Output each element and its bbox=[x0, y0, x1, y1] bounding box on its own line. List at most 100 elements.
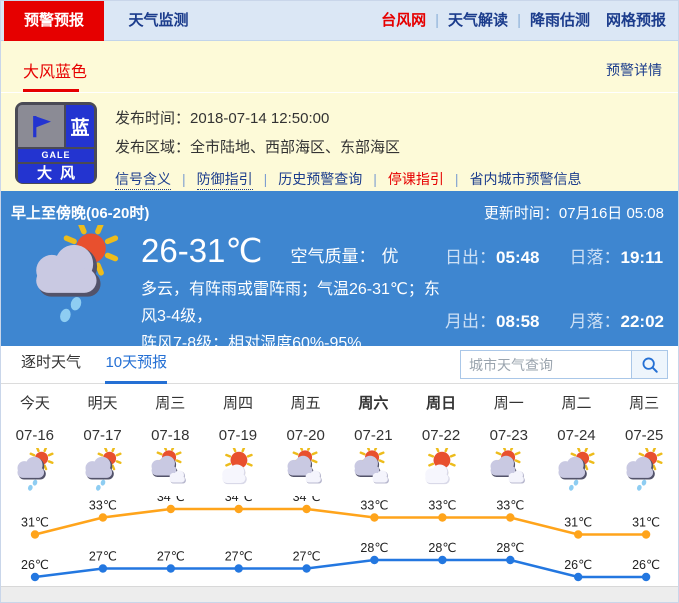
top-nav-link[interactable]: 天气解读 bbox=[448, 12, 508, 29]
publish-time-row: 发布时间：2018-07-14 12:50:00 bbox=[115, 104, 582, 133]
city-search-input[interactable] bbox=[460, 350, 632, 379]
warning-link[interactable]: 防御指引 bbox=[197, 171, 253, 190]
day-date[interactable]: 07-16 bbox=[1, 427, 69, 444]
svg-text:27℃: 27℃ bbox=[157, 550, 185, 564]
day-name[interactable]: 明天 bbox=[69, 392, 137, 413]
search-button[interactable] bbox=[632, 350, 668, 379]
publish-time-label: 发布时间： bbox=[115, 110, 190, 127]
day-date[interactable]: 07-20 bbox=[272, 427, 340, 444]
day-date[interactable]: 07-18 bbox=[136, 427, 204, 444]
day-name[interactable]: 周六 bbox=[340, 392, 408, 413]
day-name[interactable]: 今天 bbox=[1, 392, 69, 413]
shower-icon bbox=[610, 448, 678, 497]
nav-separator: | bbox=[517, 12, 521, 29]
day-date[interactable]: 07-17 bbox=[69, 427, 137, 444]
forecast-section: 逐时天气 10天预报 今天明天周三周四周五周六周日周一周二周三 07-1607-… bbox=[1, 346, 678, 586]
svg-text:26℃: 26℃ bbox=[564, 558, 592, 572]
svg-text:27℃: 27℃ bbox=[225, 550, 253, 564]
svg-text:26℃: 26℃ bbox=[632, 558, 660, 572]
day-name[interactable]: 周一 bbox=[475, 392, 543, 413]
warning-detail-link[interactable]: 预警详情 bbox=[606, 60, 662, 80]
publish-area-value: 全市陆地、西部海区、东部海区 bbox=[190, 139, 400, 156]
top-nav-links: 台风网|天气解读|降雨估测网格预报 bbox=[381, 1, 666, 41]
warning-text-block: 发布时间：2018-07-14 12:50:00 发布区域：全市陆地、西部海区、… bbox=[115, 102, 582, 189]
day-date[interactable]: 07-22 bbox=[407, 427, 475, 444]
forecast-tab-bar: 逐时天气 10天预报 bbox=[1, 346, 678, 384]
svg-text:31℃: 31℃ bbox=[564, 516, 592, 530]
air-quality: 空气质量：优 bbox=[290, 242, 398, 267]
svg-text:28℃: 28℃ bbox=[428, 541, 456, 555]
day-date[interactable]: 07-21 bbox=[340, 427, 408, 444]
top-nav-link[interactable]: 网格预报 bbox=[606, 12, 666, 29]
tab-warning-forecast[interactable]: 预警预报 bbox=[4, 1, 104, 41]
search-icon bbox=[641, 356, 659, 374]
warning-link[interactable]: 信号含义 bbox=[115, 171, 171, 190]
svg-text:28℃: 28℃ bbox=[360, 541, 388, 555]
tab-weather-monitor[interactable]: 天气监测 bbox=[108, 1, 208, 41]
bottom-strip bbox=[1, 586, 678, 603]
gale-warning-badge: 蓝 GALE 大风 bbox=[15, 102, 97, 184]
badge-type-label: 大风 bbox=[18, 164, 94, 183]
svg-text:34℃: 34℃ bbox=[293, 496, 321, 504]
top-nav-link[interactable]: 降雨估测 bbox=[530, 12, 590, 29]
day-date[interactable]: 07-19 bbox=[204, 427, 272, 444]
top-nav-link[interactable]: 台风网 bbox=[381, 12, 426, 29]
temperature-chart: 31℃33℃34℃34℃34℃33℃33℃33℃31℃31℃26℃27℃27℃2… bbox=[1, 496, 678, 586]
dates-row: 07-1607-1707-1807-1907-2007-2107-2207-23… bbox=[1, 421, 678, 449]
publish-time-value: 2018-07-14 12:50:00 bbox=[190, 110, 329, 127]
sun-moon-item: 日出：05:48 bbox=[445, 243, 539, 293]
svg-text:33℃: 33℃ bbox=[89, 499, 117, 513]
day-name[interactable]: 周四 bbox=[204, 392, 272, 413]
day-name[interactable]: 周日 bbox=[407, 392, 475, 413]
warning-links: 信号含义|防御指引|历史预警查询|停课指引|省内城市预警信息 bbox=[115, 169, 582, 189]
day-name[interactable]: 周二 bbox=[543, 392, 611, 413]
svg-text:26℃: 26℃ bbox=[21, 558, 49, 572]
badge-gale-label: GALE bbox=[18, 149, 94, 162]
tab-10day-forecast[interactable]: 10天预报 bbox=[105, 346, 167, 384]
cloudy-icon bbox=[475, 448, 543, 497]
link-separator: | bbox=[373, 171, 377, 187]
link-separator: | bbox=[182, 171, 186, 187]
svg-text:31℃: 31℃ bbox=[21, 516, 49, 530]
link-separator: | bbox=[264, 171, 268, 187]
warning-tab-bar: 大风蓝色 预警详情 bbox=[1, 41, 678, 93]
warning-type-tab[interactable]: 大风蓝色 bbox=[23, 58, 87, 82]
day-name[interactable]: 周三 bbox=[136, 392, 204, 413]
tab-hourly-weather[interactable]: 逐时天气 bbox=[21, 346, 81, 384]
svg-text:34℃: 34℃ bbox=[225, 496, 253, 504]
warning-body: 蓝 GALE 大风 发布时间：2018-07-14 12:50:00 发布区域：… bbox=[1, 93, 678, 189]
warning-link[interactable]: 历史预警查询 bbox=[278, 171, 362, 187]
mostly-sunny-icon bbox=[407, 448, 475, 497]
day-date[interactable]: 07-23 bbox=[475, 427, 543, 444]
day-name[interactable]: 周五 bbox=[272, 392, 340, 413]
warning-tab-underline bbox=[23, 89, 79, 92]
svg-text:33℃: 33℃ bbox=[360, 499, 388, 513]
current-summary: 26-31℃ 空气质量：优 多云，有阵雨或雷阵雨；气温26-31℃；东风3-4级… bbox=[141, 223, 445, 358]
warning-link[interactable]: 省内城市预警信息 bbox=[470, 171, 582, 187]
svg-text:33℃: 33℃ bbox=[496, 499, 524, 513]
cloudy-icon bbox=[272, 448, 340, 497]
top-nav-bar: 预警预报 天气监测 台风网|天气解读|降雨估测网格预报 bbox=[1, 1, 678, 41]
shower-icon bbox=[69, 448, 137, 497]
publish-area-label: 发布区域： bbox=[115, 139, 190, 156]
badge-color-label: 蓝 bbox=[66, 105, 94, 147]
update-time: 更新时间：07月16日 05:08 bbox=[484, 202, 664, 223]
svg-text:34℃: 34℃ bbox=[157, 496, 185, 504]
weather-app-window: 预警预报 天气监测 台风网 | 天气解读 | 降雨估测网格预报 大风蓝色 预警详情 蓝 bbox=[0, 0, 679, 603]
sun-moon-times: 日出：05:48日落：19:11月出：08:58月落：22:02 bbox=[445, 223, 664, 358]
cloudy-icon bbox=[340, 448, 408, 497]
city-search bbox=[460, 350, 668, 379]
temperature-range: 26-31℃ bbox=[141, 231, 262, 270]
current-conditions-section: 早上至傍晚(06-20时) 更新时间：07月16日 05:08 26-31℃ 空… bbox=[1, 191, 678, 346]
warning-link[interactable]: 停课指引 bbox=[388, 171, 444, 187]
forecast-icons-row bbox=[1, 449, 678, 496]
svg-text:33℃: 33℃ bbox=[428, 499, 456, 513]
day-name[interactable]: 周三 bbox=[610, 392, 678, 413]
shower-icon bbox=[1, 448, 69, 497]
svg-text:27℃: 27℃ bbox=[89, 550, 117, 564]
svg-text:27℃: 27℃ bbox=[293, 550, 321, 564]
publish-area-row: 发布区域：全市陆地、西部海区、东部海区 bbox=[115, 133, 582, 162]
cloudy-icon bbox=[136, 448, 204, 497]
day-date[interactable]: 07-25 bbox=[610, 427, 678, 444]
day-date[interactable]: 07-24 bbox=[543, 427, 611, 444]
